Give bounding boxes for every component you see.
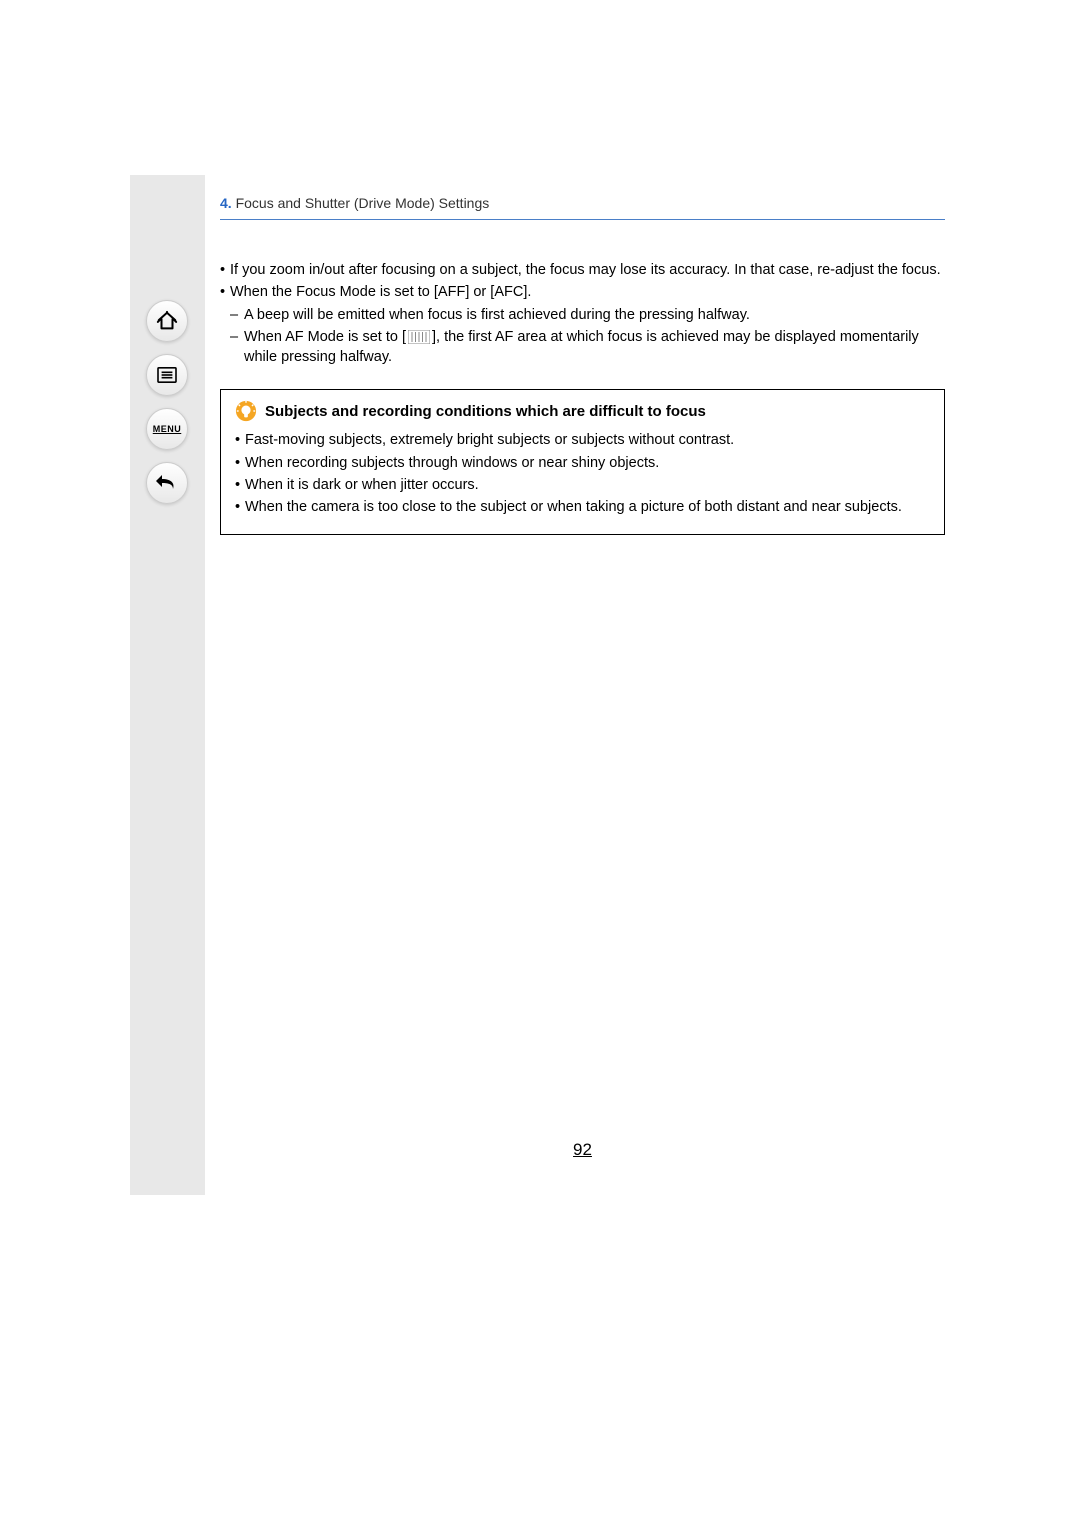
chapter-number: 4.: [220, 195, 232, 211]
bullet-item: If you zoom in/out after focusing on a s…: [220, 260, 945, 280]
chapter-title: Focus and Shutter (Drive Mode) Settings: [236, 195, 490, 211]
info-heading-text: Subjects and recording conditions which …: [265, 403, 706, 420]
list-icon: [156, 366, 178, 384]
sub-bullet-item: When AF Mode is set to [ ], the first AF…: [220, 327, 945, 368]
sub-prefix: When AF Mode is set to [: [244, 329, 406, 345]
page-number[interactable]: 92: [573, 1140, 592, 1160]
info-heading: Subjects and recording conditions which …: [235, 400, 930, 422]
back-button[interactable]: [146, 462, 188, 504]
back-arrow-icon: [155, 473, 179, 493]
info-item: When it is dark or when jitter occurs.: [235, 475, 930, 495]
af-area-icon: [408, 330, 430, 344]
breadcrumb: 4. Focus and Shutter (Drive Mode) Settin…: [220, 195, 945, 220]
body-text: If you zoom in/out after focusing on a s…: [220, 260, 945, 367]
info-item: Fast-moving subjects, extremely bright s…: [235, 430, 930, 450]
info-item: When the camera is too close to the subj…: [235, 497, 930, 517]
bullet-item: When the Focus Mode is set to [AFF] or […: [220, 282, 945, 302]
sidebar: MENU: [130, 175, 205, 1195]
info-item: When recording subjects through windows …: [235, 453, 930, 473]
content-area: 4. Focus and Shutter (Drive Mode) Settin…: [220, 195, 945, 535]
sub-bullet-item: A beep will be emitted when focus is fir…: [220, 305, 945, 325]
menu-button[interactable]: MENU: [146, 408, 188, 450]
toc-button[interactable]: [146, 354, 188, 396]
home-button[interactable]: [146, 300, 188, 342]
lightbulb-icon: [235, 400, 257, 422]
info-box: Subjects and recording conditions which …: [220, 389, 945, 534]
menu-label: MENU: [153, 424, 182, 434]
home-icon: [156, 310, 178, 332]
